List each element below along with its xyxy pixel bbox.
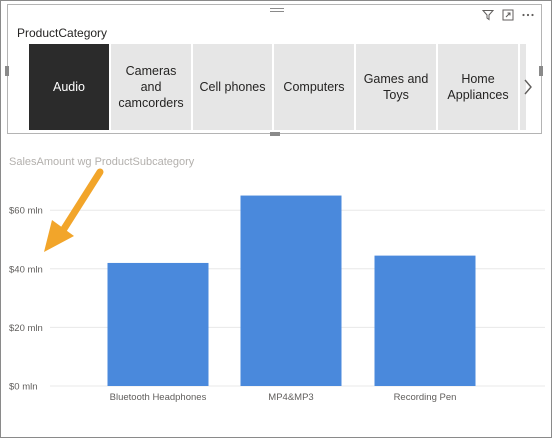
- resize-handle-right[interactable]: [539, 66, 543, 76]
- resize-handle-left[interactable]: [5, 66, 9, 76]
- y-tick-label: $60 mln: [9, 206, 43, 217]
- x-tick-label: Recording Pen: [394, 392, 457, 403]
- tile-computers[interactable]: Computers: [274, 44, 354, 130]
- slicer-tiles: Audio Cameras and camcorders Cell phones…: [29, 44, 526, 130]
- tile-cell-phones[interactable]: Cell phones: [193, 44, 272, 130]
- slicer-title: ProductCategory: [17, 26, 108, 40]
- y-tick-label: $40 mln: [9, 264, 43, 275]
- product-category-slicer[interactable]: ProductCategory Audio Cameras and camcor…: [5, 4, 543, 136]
- bar-bluetooth-headphones[interactable]: [107, 262, 209, 386]
- more-options-icon[interactable]: [521, 8, 535, 22]
- x-tick-label: MP4&MP3: [268, 392, 313, 403]
- tile-audio[interactable]: Audio: [29, 44, 109, 130]
- y-tick-label: $20 mln: [9, 323, 43, 334]
- bar-recording-pen[interactable]: [374, 255, 476, 386]
- filter-icon[interactable]: [481, 8, 495, 22]
- visual-header-icons: [481, 7, 535, 23]
- sales-bar-chart: $0 mln $20 mln $40 mln $60 mln Bluetooth Hea…: [9, 195, 545, 403]
- resize-handle-bottom[interactable]: [270, 132, 280, 136]
- y-tick-label: $0 mln: [9, 382, 38, 393]
- chevron-right-icon[interactable]: [522, 78, 534, 96]
- tile-home-appliances[interactable]: Home Appliances: [438, 44, 518, 130]
- bar-mp4-mp3[interactable]: [240, 195, 342, 386]
- tile-games-and-toys[interactable]: Games and Toys: [356, 44, 436, 130]
- chart-title: SalesAmount wg ProductSubcategory: [9, 156, 195, 168]
- drag-grip-icon[interactable]: [270, 8, 284, 15]
- focus-mode-icon[interactable]: [501, 8, 515, 22]
- tile-cameras-and-camcorders[interactable]: Cameras and camcorders: [111, 44, 191, 130]
- x-tick-label: Bluetooth Headphones: [110, 392, 207, 403]
